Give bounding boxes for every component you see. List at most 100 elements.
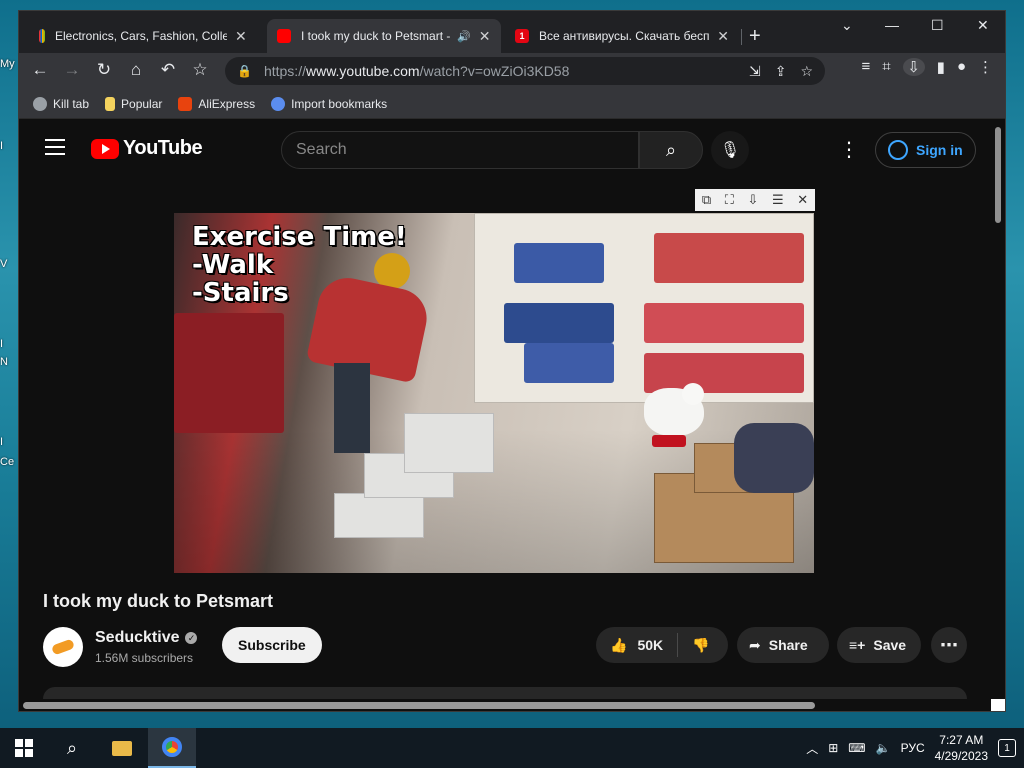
menu-icon[interactable]	[45, 139, 65, 160]
bookmark-label: Kill tab	[53, 96, 90, 111]
profile-icon[interactable]: ●	[957, 58, 966, 76]
search-button[interactable]: ⌕	[639, 131, 703, 169]
star-icon[interactable]: ☆	[800, 63, 813, 80]
sign-in-button[interactable]: Sign in	[875, 132, 976, 168]
close-overlay-icon[interactable]: ✕	[797, 192, 808, 208]
file-explorer-button[interactable]	[98, 728, 146, 768]
bookmark-star-icon[interactable]: ☆	[189, 60, 211, 80]
show-hidden-icons[interactable]: ︿	[806, 740, 818, 757]
search-taskbar-button[interactable]: ⌕	[48, 728, 96, 768]
desktop-label-4[interactable]: I	[0, 338, 3, 350]
clock-time: 7:27 AM	[939, 733, 984, 747]
popout-icon[interactable]: ⧉	[702, 192, 711, 208]
bookmark-kill-tab[interactable]: Kill tab	[33, 96, 90, 111]
share-page-icon[interactable]: ⇪	[775, 63, 787, 80]
start-button[interactable]	[0, 728, 48, 768]
undo-close-icon[interactable]: ↶	[157, 60, 179, 80]
browser-taskbar-button[interactable]	[148, 728, 196, 768]
verified-badge-icon: ✓	[185, 632, 198, 644]
notifications-icon[interactable]: 1	[998, 739, 1016, 757]
share-label: Share	[768, 637, 808, 653]
antivirus-favicon-icon: 1	[515, 29, 529, 43]
close-tab-icon[interactable]: ✕	[479, 28, 491, 45]
maximize-button[interactable]: ☐	[931, 17, 944, 34]
desktop-label-7[interactable]: Ce	[0, 456, 14, 468]
back-icon[interactable]: ←	[29, 60, 51, 80]
tab-ebay[interactable]: Electronics, Cars, Fashion, Collect ✕	[29, 19, 267, 53]
lock-icon[interactable]: 🔒	[237, 64, 252, 78]
forward-icon[interactable]: →	[61, 60, 83, 80]
bookmark-popular[interactable]: Popular	[105, 96, 162, 111]
scroll-thumb[interactable]	[23, 702, 815, 709]
minimize-button[interactable]: —	[885, 17, 899, 33]
media-queue-icon[interactable]: ≡	[861, 58, 870, 76]
bookmark-aliexpress[interactable]: AliExpress	[178, 96, 255, 111]
url-path: /watch?v=owZiOi3KD58	[419, 63, 570, 79]
search-input[interactable]: Search	[281, 131, 639, 169]
crop-icon[interactable]: ⌗	[882, 58, 890, 76]
video-player[interactable]: Exercise Time! -Walk -Stairs	[174, 213, 814, 573]
speaker-icon[interactable]: 🔊	[457, 30, 471, 43]
home-icon[interactable]: ⌂	[125, 60, 147, 80]
bookmark-import[interactable]: Import bookmarks	[271, 96, 388, 111]
account-icon	[888, 140, 908, 160]
scroll-thumb[interactable]	[995, 127, 1001, 223]
volume-icon[interactable]: 🔈	[876, 741, 891, 755]
save-label: Save	[873, 637, 907, 653]
voice-search-button[interactable]: 🎙	[711, 131, 749, 169]
tab-antivirus[interactable]: 1 Все антивирусы. Скачать беспл ✕	[505, 19, 739, 53]
system-tray: ︿ ⊞ ⌨ 🔈 РУС 7:27 AM 4/29/2023 1	[806, 728, 1024, 768]
video-overlay-toolbar: ⧉ ⛶ ⇩ ☰ ✕	[695, 189, 815, 211]
pet-food-bag	[504, 303, 614, 343]
sidebar-icon[interactable]: ▮	[937, 58, 945, 76]
save-button[interactable]: ≡+ Save	[837, 627, 921, 663]
channel-name-row[interactable]: Seducktive ✓	[95, 629, 198, 647]
close-tab-icon[interactable]: ✕	[717, 28, 729, 45]
tab-search-chevron-icon[interactable]: ⌄	[841, 17, 853, 34]
desktop-label-my[interactable]: My	[0, 58, 15, 70]
youtube-favicon-icon	[277, 29, 291, 43]
language-indicator[interactable]: РУС	[901, 741, 925, 755]
tab-youtube[interactable]: I took my duck to Petsmart - 🔊 ✕	[267, 19, 501, 53]
channel-avatar[interactable]	[43, 627, 83, 667]
subscribe-button[interactable]: Subscribe	[222, 627, 322, 663]
extension-toolbar: ≡ ⌗ ⇩ ▮ ● ⋮	[861, 58, 993, 76]
share-button[interactable]: ➦ Share	[737, 627, 829, 663]
channel-name[interactable]: Seducktive	[95, 629, 179, 647]
new-tab-button[interactable]: +	[749, 25, 761, 48]
list-icon[interactable]: ☰	[772, 192, 784, 208]
dislike-button[interactable]: 👎	[678, 637, 723, 654]
close-window-button[interactable]: ✕	[977, 17, 989, 34]
caption-line: -Walk	[192, 250, 274, 280]
fullscreen-icon[interactable]: ⛶	[725, 192, 734, 208]
share-icon: ➦	[749, 636, 761, 653]
desktop-label-3[interactable]: V	[0, 258, 7, 270]
desktop-label-5[interactable]: N	[0, 356, 8, 368]
vertical-scrollbar[interactable]	[991, 121, 1005, 703]
clock[interactable]: 7:27 AM 4/29/2023	[935, 732, 988, 764]
pet-food-bag	[644, 353, 804, 393]
desktop-label-2[interactable]: I	[0, 140, 3, 152]
settings-menu-icon[interactable]: ⋮	[839, 137, 859, 162]
pet-food-bag	[644, 303, 804, 343]
language-switch-icon[interactable]: ⌨	[848, 741, 865, 755]
reload-icon[interactable]: ↻	[93, 60, 115, 80]
pet-stairs	[334, 493, 424, 538]
address-bar[interactable]: 🔒 https:// www.youtube.com /watch?v=owZi…	[225, 57, 825, 85]
close-tab-icon[interactable]: ✕	[235, 28, 247, 45]
folder-icon	[112, 740, 132, 756]
horizontal-scrollbar[interactable]	[19, 699, 991, 711]
desktop-label-6[interactable]: I	[0, 436, 3, 448]
tab-title: Все антивирусы. Скачать беспл	[539, 29, 710, 43]
download-video-icon[interactable]: ⇩	[747, 192, 758, 208]
bookmark-label: Import bookmarks	[291, 96, 388, 111]
more-actions-button[interactable]: ⋯	[931, 627, 967, 663]
network-icon[interactable]: ⊞	[828, 741, 838, 755]
youtube-logo[interactable]: YouTube	[91, 137, 203, 160]
download-icon[interactable]: ⇩	[902, 58, 925, 76]
browser-menu-icon[interactable]: ⋮	[978, 58, 993, 76]
like-dislike-group: 👍 50K 👎	[596, 627, 728, 663]
pet-food-bag	[734, 423, 814, 493]
install-app-icon[interactable]: ⇲	[749, 63, 761, 80]
like-button[interactable]: 👍 50K	[596, 637, 677, 654]
